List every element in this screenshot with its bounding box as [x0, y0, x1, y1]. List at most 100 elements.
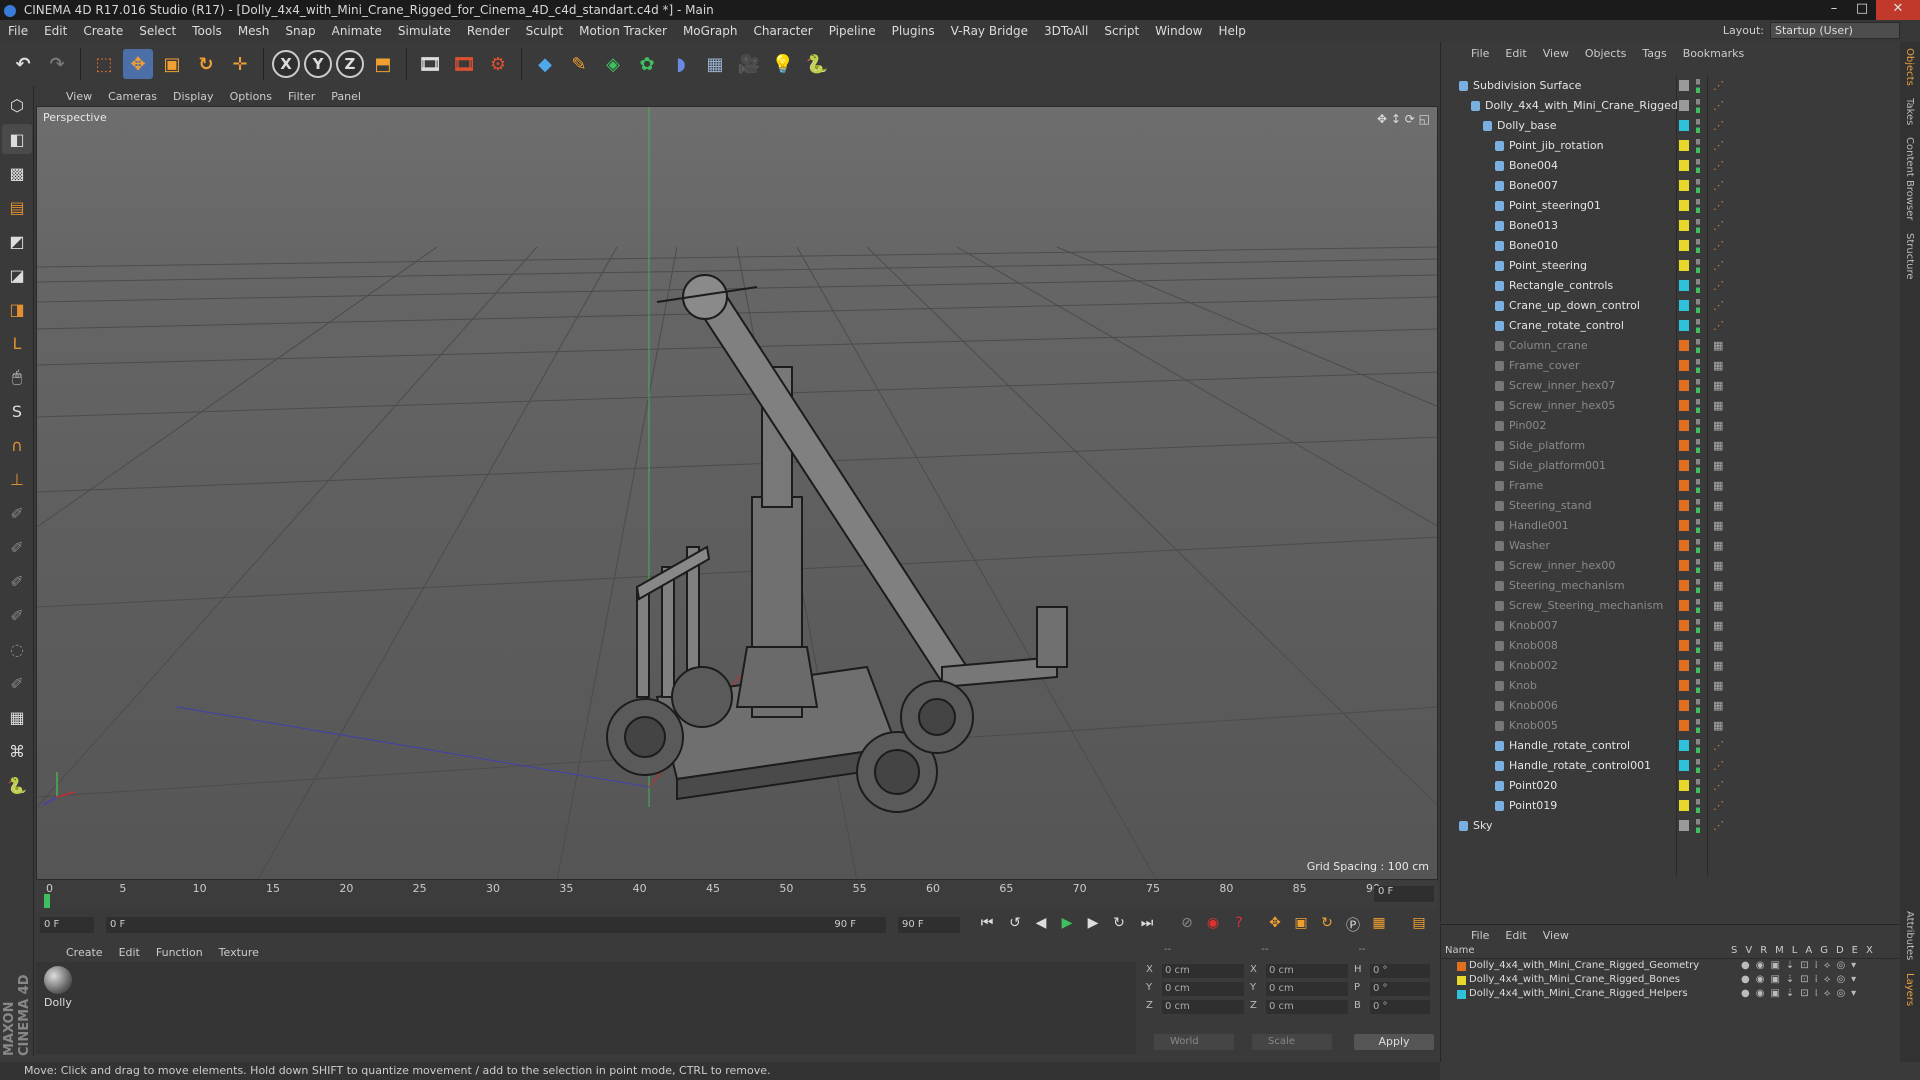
undo-icon[interactable]: ↶: [8, 49, 38, 79]
layer-color-swatch[interactable]: [1679, 500, 1689, 511]
layer-row[interactable]: Dolly_4x4_with_Mini_Crane_Rigged_Bones ●◉…: [1441, 973, 1900, 987]
go-to-end-icon[interactable]: ⏭: [1136, 915, 1158, 935]
object-row[interactable]: Steering_stand ▦: [1441, 496, 1901, 516]
layer-color-swatch[interactable]: [1679, 260, 1689, 271]
scale-icon[interactable]: ▣: [157, 49, 187, 79]
object-row[interactable]: Rectangle_controls ⋰: [1441, 276, 1901, 296]
layer-color-swatch[interactable]: [1679, 800, 1689, 811]
position-y-field[interactable]: 0 cm: [1162, 982, 1244, 996]
light-icon[interactable]: 💡: [768, 49, 798, 79]
layer-flag-icons[interactable]: ●◉▣⇣⊡⁞⟡◎▾: [1741, 987, 1862, 1001]
magnet-icon[interactable]: ∩: [2, 430, 32, 460]
object-row[interactable]: Column_crane ▦: [1441, 336, 1901, 356]
visibility-dots[interactable]: [1696, 659, 1700, 673]
spline-pen-icon[interactable]: ✎: [564, 49, 594, 79]
visibility-dots[interactable]: [1696, 259, 1700, 273]
material-preview-dolly[interactable]: [44, 966, 72, 994]
layer-color-swatch[interactable]: [1679, 200, 1689, 211]
object-row[interactable]: Knob005 ▦: [1441, 716, 1901, 736]
visibility-dots[interactable]: [1696, 199, 1700, 213]
layer-color-swatch[interactable]: [1679, 820, 1689, 831]
layer-color-swatch[interactable]: [1679, 760, 1689, 771]
object-tag-icon[interactable]: ⋰: [1713, 780, 1725, 792]
object-tag-icon[interactable]: ⋰: [1713, 260, 1725, 272]
menu-plugins[interactable]: Plugins: [884, 24, 943, 38]
previous-frame-icon[interactable]: ◀: [1030, 915, 1052, 935]
texture-mode-icon[interactable]: ▩: [2, 158, 32, 188]
tab-attributes[interactable]: Attributes: [1904, 905, 1915, 966]
layer-color-swatch[interactable]: [1679, 480, 1689, 491]
render-view-icon[interactable]: 🎞: [415, 49, 445, 79]
object-tag-icon[interactable]: ⋰: [1713, 100, 1725, 112]
viewport-menu-display[interactable]: Display: [173, 90, 214, 103]
menu-file[interactable]: File: [0, 24, 36, 38]
visibility-dots[interactable]: [1696, 219, 1700, 233]
layer-color-swatch[interactable]: [1679, 380, 1689, 391]
deformer-icon[interactable]: ◗: [666, 49, 696, 79]
object-row[interactable]: Point019 ⋰: [1441, 796, 1901, 816]
layer-color-swatch[interactable]: [1679, 160, 1689, 171]
visibility-dots[interactable]: [1696, 799, 1700, 813]
rotation-b-field[interactable]: 0 °: [1370, 1000, 1430, 1014]
visibility-dots[interactable]: [1696, 679, 1700, 693]
floor-icon[interactable]: ▦: [700, 49, 730, 79]
object-row[interactable]: Crane_up_down_control ⋰: [1441, 296, 1901, 316]
menu-help[interactable]: Help: [1210, 24, 1253, 38]
object-row[interactable]: Pin002 ▦: [1441, 416, 1901, 436]
apply-button[interactable]: Apply: [1354, 1034, 1434, 1050]
knife-icon[interactable]: ✐: [2, 668, 32, 698]
object-row[interactable]: Bone004 ⋰: [1441, 156, 1901, 176]
python-icon[interactable]: 🐍: [802, 49, 832, 79]
layer-color-swatch[interactable]: [1679, 740, 1689, 751]
magnet-lock-icon[interactable]: ⌘: [2, 736, 32, 766]
axis-mode-icon[interactable]: L: [2, 328, 32, 358]
object-row[interactable]: Knob002 ▦: [1441, 656, 1901, 676]
object-tag-icon[interactable]: ⋰: [1713, 320, 1725, 332]
visibility-dots[interactable]: [1696, 699, 1700, 713]
layer-color-swatch[interactable]: [1679, 540, 1689, 551]
object-row[interactable]: Dolly_4x4_with_Mini_Crane_Rigged ⋰: [1441, 96, 1901, 116]
viewport-menu-view[interactable]: View: [66, 90, 92, 103]
visibility-dots[interactable]: [1696, 619, 1700, 633]
visibility-dots[interactable]: [1696, 179, 1700, 193]
transform-icon[interactable]: ✛: [225, 49, 255, 79]
key-scale-icon[interactable]: ▣: [1290, 915, 1312, 935]
object-row[interactable]: Screw_inner_hex05 ▦: [1441, 396, 1901, 416]
layer-color-swatch[interactable]: [1679, 720, 1689, 731]
object-tag-icon[interactable]: ⋰: [1713, 120, 1725, 132]
object-menu-file[interactable]: File: [1471, 47, 1489, 60]
layer-color-swatch[interactable]: [1457, 962, 1466, 971]
sculpt-icon[interactable]: ✐: [2, 600, 32, 630]
menu-window[interactable]: Window: [1147, 24, 1210, 38]
layer-color-swatch[interactable]: [1679, 100, 1689, 111]
material-menu-create[interactable]: Create: [66, 946, 103, 959]
key-parameter-icon[interactable]: Ⓟ: [1342, 915, 1364, 935]
visibility-dots[interactable]: [1696, 559, 1700, 573]
coordinate-mode-select[interactable]: World: [1154, 1034, 1234, 1050]
previous-key-icon[interactable]: ↺: [1004, 915, 1026, 935]
z-axis-icon[interactable]: Z: [336, 50, 364, 78]
layer-color-swatch[interactable]: [1679, 560, 1689, 571]
object-row[interactable]: Frame ▦: [1441, 476, 1901, 496]
layer-menu-file[interactable]: File: [1471, 929, 1489, 942]
visibility-dots[interactable]: [1696, 579, 1700, 593]
lasso-icon[interactable]: ◌: [2, 634, 32, 664]
object-tag-icon[interactable]: ⋰: [1713, 220, 1725, 232]
layer-color-swatch[interactable]: [1679, 280, 1689, 291]
layer-color-swatch[interactable]: [1457, 990, 1466, 999]
viewport-menu-filter[interactable]: Filter: [288, 90, 315, 103]
frame-range-slider[interactable]: 0 F 90 F: [106, 917, 886, 933]
viewport-menu-panel[interactable]: Panel: [331, 90, 361, 103]
layer-flag-icons[interactable]: ●◉▣⇣⊡⁞⟡◎▾: [1741, 959, 1862, 973]
record-keys-icon[interactable]: ⊘: [1176, 915, 1198, 935]
object-tag-icon[interactable]: ▦: [1713, 580, 1725, 592]
render-picture-viewer-icon[interactable]: 🎞: [449, 49, 479, 79]
object-tag-icon[interactable]: ▦: [1713, 500, 1725, 512]
layer-color-swatch[interactable]: [1679, 580, 1689, 591]
layer-row[interactable]: Dolly_4x4_with_Mini_Crane_Rigged_Helpers…: [1441, 987, 1900, 1001]
menu-select[interactable]: Select: [131, 24, 184, 38]
object-menu-bookmarks[interactable]: Bookmarks: [1683, 47, 1744, 60]
menu-simulate[interactable]: Simulate: [390, 24, 459, 38]
autokey-icon[interactable]: ◉: [1202, 915, 1224, 935]
visibility-dots[interactable]: [1696, 499, 1700, 513]
